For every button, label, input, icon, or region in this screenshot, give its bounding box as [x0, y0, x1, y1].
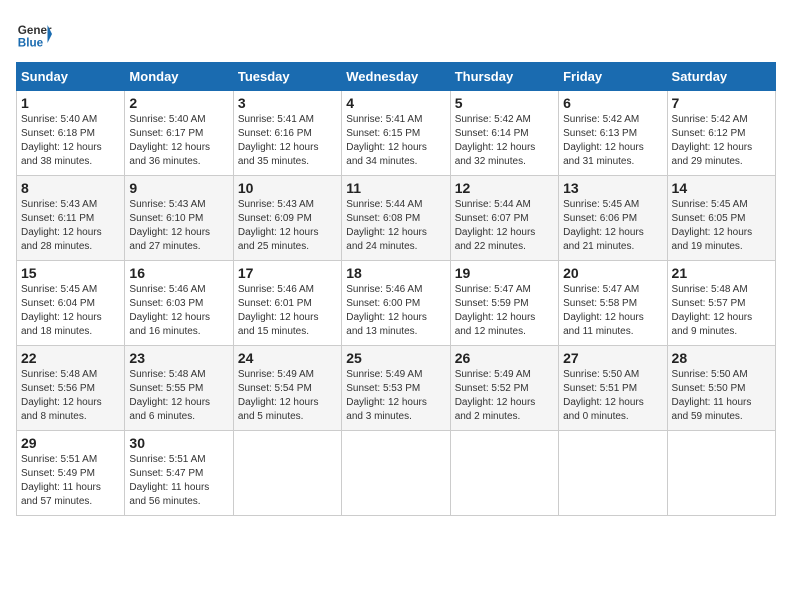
calendar-cell: 5Sunrise: 5:42 AMSunset: 6:14 PMDaylight… — [450, 91, 558, 176]
page-header: General Blue — [16, 16, 776, 52]
calendar-cell: 13Sunrise: 5:45 AMSunset: 6:06 PMDayligh… — [559, 176, 667, 261]
svg-text:General: General — [18, 24, 52, 37]
calendar-cell: 30Sunrise: 5:51 AMSunset: 5:47 PMDayligh… — [125, 431, 233, 516]
calendar-cell: 12Sunrise: 5:44 AMSunset: 6:07 PMDayligh… — [450, 176, 558, 261]
calendar-day-header: Monday — [125, 63, 233, 91]
calendar-cell: 20Sunrise: 5:47 AMSunset: 5:58 PMDayligh… — [559, 261, 667, 346]
calendar-cell: 24Sunrise: 5:49 AMSunset: 5:54 PMDayligh… — [233, 346, 341, 431]
calendar-cell: 17Sunrise: 5:46 AMSunset: 6:01 PMDayligh… — [233, 261, 341, 346]
svg-text:Blue: Blue — [18, 37, 44, 50]
calendar-cell: 19Sunrise: 5:47 AMSunset: 5:59 PMDayligh… — [450, 261, 558, 346]
calendar-cell: 22Sunrise: 5:48 AMSunset: 5:56 PMDayligh… — [17, 346, 125, 431]
calendar-cell: 4Sunrise: 5:41 AMSunset: 6:15 PMDaylight… — [342, 91, 450, 176]
calendar-cell-empty — [342, 431, 450, 516]
calendar-cell: 18Sunrise: 5:46 AMSunset: 6:00 PMDayligh… — [342, 261, 450, 346]
calendar-cell: 23Sunrise: 5:48 AMSunset: 5:55 PMDayligh… — [125, 346, 233, 431]
calendar-cell: 1Sunrise: 5:40 AMSunset: 6:18 PMDaylight… — [17, 91, 125, 176]
calendar-cell-empty — [559, 431, 667, 516]
calendar-cell: 6Sunrise: 5:42 AMSunset: 6:13 PMDaylight… — [559, 91, 667, 176]
calendar-cell: 15Sunrise: 5:45 AMSunset: 6:04 PMDayligh… — [17, 261, 125, 346]
calendar-cell: 11Sunrise: 5:44 AMSunset: 6:08 PMDayligh… — [342, 176, 450, 261]
calendar-day-header: Wednesday — [342, 63, 450, 91]
calendar-cell: 2Sunrise: 5:40 AMSunset: 6:17 PMDaylight… — [125, 91, 233, 176]
calendar-cell: 29Sunrise: 5:51 AMSunset: 5:49 PMDayligh… — [17, 431, 125, 516]
calendar-cell: 25Sunrise: 5:49 AMSunset: 5:53 PMDayligh… — [342, 346, 450, 431]
logo-icon: General Blue — [16, 16, 52, 52]
calendar-cell: 8Sunrise: 5:43 AMSunset: 6:11 PMDaylight… — [17, 176, 125, 261]
calendar-table: SundayMondayTuesdayWednesdayThursdayFrid… — [16, 62, 776, 516]
calendar-cell: 21Sunrise: 5:48 AMSunset: 5:57 PMDayligh… — [667, 261, 775, 346]
calendar-cell-empty — [233, 431, 341, 516]
calendar-cell: 26Sunrise: 5:49 AMSunset: 5:52 PMDayligh… — [450, 346, 558, 431]
calendar-day-header: Friday — [559, 63, 667, 91]
calendar-header-row: SundayMondayTuesdayWednesdayThursdayFrid… — [17, 63, 776, 91]
calendar-day-header: Tuesday — [233, 63, 341, 91]
calendar-cell: 27Sunrise: 5:50 AMSunset: 5:51 PMDayligh… — [559, 346, 667, 431]
calendar-day-header: Saturday — [667, 63, 775, 91]
logo: General Blue — [16, 16, 52, 52]
calendar-cell: 14Sunrise: 5:45 AMSunset: 6:05 PMDayligh… — [667, 176, 775, 261]
calendar-cell: 10Sunrise: 5:43 AMSunset: 6:09 PMDayligh… — [233, 176, 341, 261]
calendar-cell: 9Sunrise: 5:43 AMSunset: 6:10 PMDaylight… — [125, 176, 233, 261]
calendar-cell: 16Sunrise: 5:46 AMSunset: 6:03 PMDayligh… — [125, 261, 233, 346]
calendar-cell: 7Sunrise: 5:42 AMSunset: 6:12 PMDaylight… — [667, 91, 775, 176]
calendar-cell: 3Sunrise: 5:41 AMSunset: 6:16 PMDaylight… — [233, 91, 341, 176]
calendar-cell-empty — [450, 431, 558, 516]
calendar-day-header: Thursday — [450, 63, 558, 91]
calendar-day-header: Sunday — [17, 63, 125, 91]
calendar-cell: 28Sunrise: 5:50 AMSunset: 5:50 PMDayligh… — [667, 346, 775, 431]
calendar-cell-empty — [667, 431, 775, 516]
